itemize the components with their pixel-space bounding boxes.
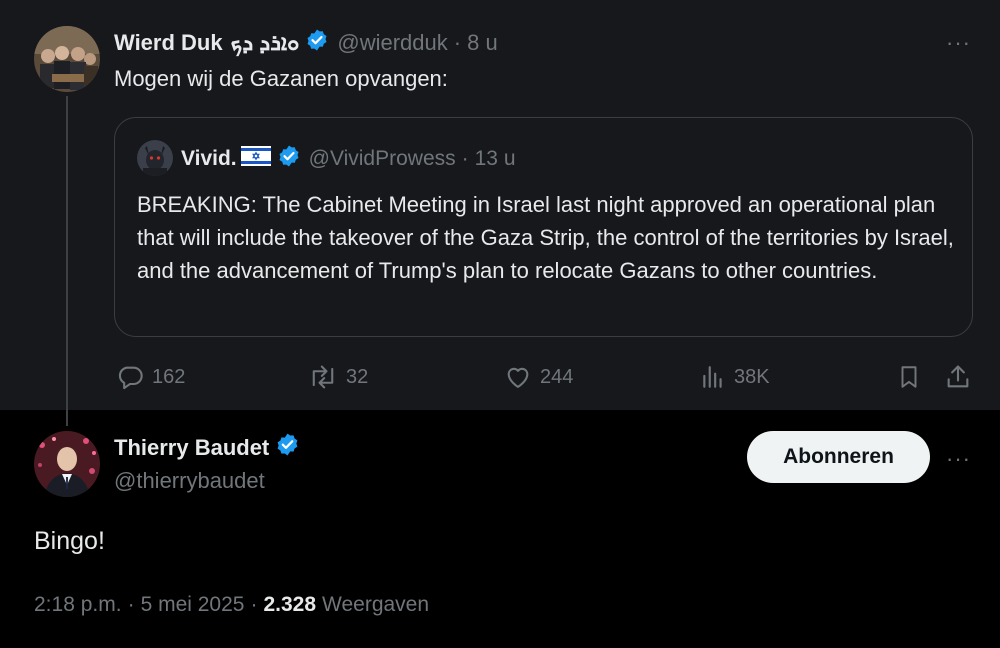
tweet-time[interactable]: 2:18 p.m. <box>34 593 122 617</box>
quoted-tweet-text: BREAKING: The Cabinet Meeting in Israel … <box>137 192 954 283</box>
quoted-author-name[interactable]: Vivid. <box>181 147 237 171</box>
quoted-tweet-time[interactable]: 13 u <box>475 147 516 171</box>
like-button[interactable]: 244 <box>504 363 573 391</box>
author-name-glyphs: ܘܐܪܕ ܕܟ <box>230 30 300 55</box>
share-icon <box>947 365 969 388</box>
repost-button[interactable]: 32 <box>308 363 368 391</box>
separator-dot: · <box>453 30 462 55</box>
separator-dot: · <box>127 593 135 616</box>
tweet-action-bar: 162 32 244 38K <box>0 360 1000 394</box>
bookmark-button[interactable] <box>896 363 930 391</box>
israel-flag-icon <box>240 146 271 172</box>
quoted-tweet-header: Vivid. @VividProwess · 13 u <box>181 144 516 174</box>
avatar-wierdduk[interactable] <box>34 26 100 92</box>
separator-dot: · <box>250 593 258 616</box>
reply-count: 162 <box>152 365 186 388</box>
views-count: 38K <box>734 365 770 388</box>
tweet-text: Mogen wij de Gazanen opvangen: <box>114 66 448 91</box>
bookmark-icon <box>901 366 917 388</box>
views-label: Weergaven <box>322 593 430 616</box>
reply-icon <box>118 366 143 390</box>
views-count: 2.328 <box>263 593 317 616</box>
verified-badge-icon <box>275 432 300 463</box>
verified-badge-icon <box>277 144 301 174</box>
reply-button[interactable]: 162 <box>116 363 185 391</box>
author-handle[interactable]: @thierrybaudet <box>114 468 265 494</box>
tweet-date[interactable]: 5 mei 2025 <box>141 593 245 617</box>
quoted-tweet-card[interactable]: Vivid. @VividProwess · 13 u BREAKING: Th… <box>114 117 973 337</box>
quoted-author-handle[interactable]: @VividProwess <box>309 147 456 171</box>
main-tweet-header: Thierry Baudet <box>114 432 300 463</box>
verified-badge-icon <box>305 28 329 58</box>
more-options-icon[interactable]: ··· <box>946 446 971 472</box>
quoting-tweet-header: Wierd Duk ܘܐܪܕ ܕܟ @wierdduk · 8 u <box>114 28 498 58</box>
author-name[interactable]: Thierry Baudet <box>114 435 269 461</box>
more-options-icon[interactable]: ··· <box>946 30 971 56</box>
avatar-vividprowess[interactable] <box>137 140 173 176</box>
avatar-thierrybaudet[interactable] <box>34 431 100 497</box>
follow-button[interactable]: Abonneren <box>747 431 930 483</box>
quoting-tweet[interactable]: Wierd Duk ܘܐܪܕ ܕܟ @wierdduk · 8 u ··· Mo… <box>0 0 1000 426</box>
author-handle[interactable]: @wierdduk <box>337 30 447 56</box>
repost-icon <box>312 365 334 389</box>
tweet-text: Bingo! <box>34 527 105 555</box>
share-button[interactable] <box>944 363 980 391</box>
author-name[interactable]: Wierd Duk <box>114 30 223 56</box>
like-count: 244 <box>540 365 574 388</box>
heart-icon <box>507 367 529 388</box>
separator-dot: · <box>461 147 469 170</box>
tweet-meta: 2:18 p.m. · 5 mei 2025 · 2.328 Weergaven <box>34 593 429 617</box>
views-chart-icon <box>703 366 722 388</box>
views-button[interactable]: 38K <box>700 363 770 391</box>
repost-count: 32 <box>346 365 369 388</box>
tweet-time[interactable]: 8 u <box>467 30 498 56</box>
